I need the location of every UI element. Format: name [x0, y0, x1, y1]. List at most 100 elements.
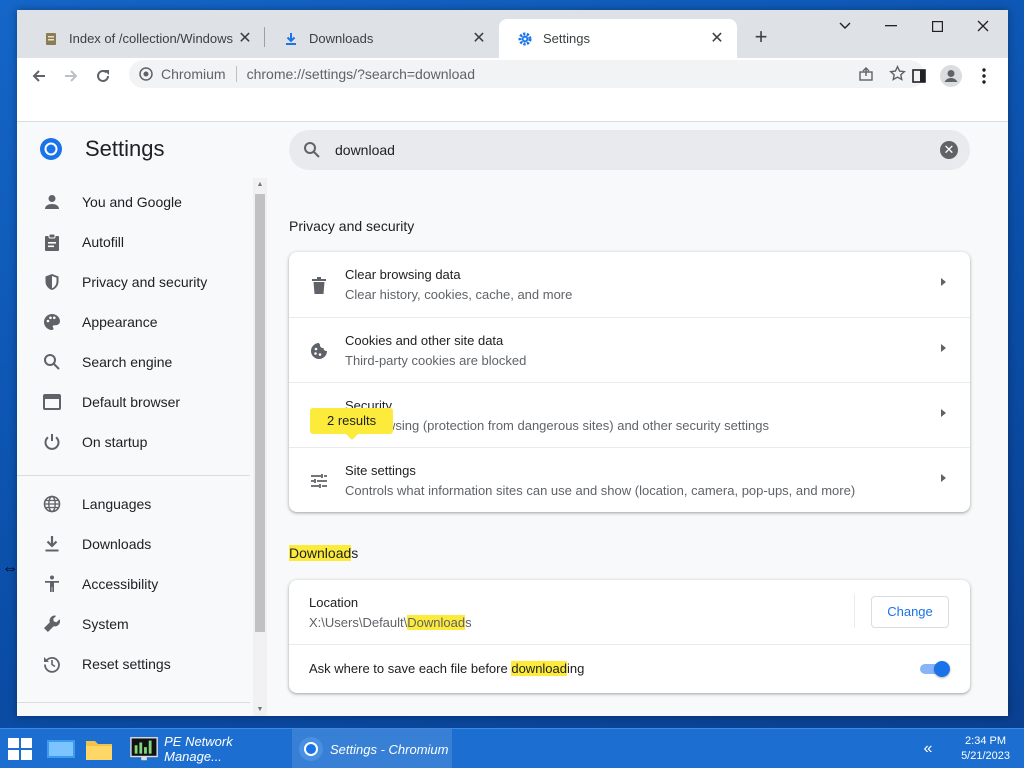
row-title: Clear browsing data	[345, 267, 461, 282]
tab-search-button[interactable]	[822, 10, 868, 42]
arrow-right-icon	[941, 278, 946, 286]
browser-icon	[42, 392, 62, 412]
cookie-icon	[309, 341, 329, 361]
sidebar-item-default-browser[interactable]: Default browser	[17, 382, 250, 422]
back-button[interactable]	[25, 62, 53, 90]
maximize-icon	[931, 20, 943, 32]
sidebar-divider	[17, 475, 250, 476]
menu-button[interactable]	[970, 62, 998, 90]
heading-remainder: s	[351, 545, 359, 561]
sidebar-item-system[interactable]: System	[17, 604, 250, 644]
cookies-row[interactable]: Cookies and other site data Third-party …	[289, 317, 970, 382]
clear-browsing-data-row[interactable]: Clear browsing data Clear history, cooki…	[289, 252, 970, 317]
sidebar-item-label: Search engine	[82, 354, 173, 370]
tab-index-collection[interactable]: Index of /collection/Windows 7/ ✕	[25, 19, 265, 58]
sidebar-item-privacy-and-security[interactable]: Privacy and security	[17, 262, 250, 302]
settings-page: Settings download ✕ You and Google Autof…	[17, 122, 1008, 716]
tab-settings[interactable]: Settings ✕	[499, 19, 737, 58]
share-icon[interactable]	[858, 66, 874, 85]
settings-search-field[interactable]: download ✕	[289, 130, 970, 170]
sidebar-item-languages[interactable]: Languages	[17, 484, 250, 524]
forward-button[interactable]	[57, 62, 85, 90]
settings-header: Settings	[39, 136, 165, 162]
close-window-button[interactable]	[960, 10, 1006, 42]
system-clock[interactable]: 2:34 PM 5/21/2023	[961, 734, 1010, 764]
sidebar-item-autofill[interactable]: Autofill	[17, 222, 250, 262]
scroll-down-arrow[interactable]: ▼	[255, 705, 265, 715]
row-title: Cookies and other site data	[345, 333, 504, 348]
site-settings-row[interactable]: Site settings Controls what information …	[289, 447, 970, 512]
sidebar-item-label: Appearance	[82, 314, 158, 330]
sidebar-item-appearance[interactable]: Appearance	[17, 302, 250, 342]
row-subtitle: Controls what information sites can use …	[345, 483, 856, 498]
new-tab-button[interactable]: +	[747, 24, 775, 52]
bookmark-star-icon[interactable]	[889, 65, 906, 85]
scroll-up-arrow[interactable]: ▲	[255, 180, 265, 190]
row-subtitle: wsing (protection from dangerous sites) …	[386, 418, 769, 433]
sidebar-item-accessibility[interactable]: Accessibility	[17, 564, 250, 604]
tab-downloads[interactable]: Downloads ✕	[265, 19, 499, 58]
reload-button[interactable]	[89, 62, 117, 90]
sidebar-scrollbar-thumb[interactable]	[255, 194, 265, 632]
start-button[interactable]	[4, 729, 36, 768]
browser-window: Index of /collection/Windows 7/ ✕ Downlo…	[17, 10, 1008, 716]
sidebar-item-downloads[interactable]: Downloads	[17, 524, 250, 564]
gear-icon	[517, 31, 533, 47]
downloads-section-heading: Downloads	[289, 545, 358, 561]
accessibility-icon	[42, 574, 62, 594]
sidebar-item-label: System	[82, 616, 129, 632]
sliders-icon	[309, 471, 329, 491]
search-highlight: download	[511, 661, 567, 676]
back-arrow-icon	[32, 70, 45, 82]
clear-search-button[interactable]: ✕	[940, 141, 958, 159]
avatar-icon	[940, 65, 962, 87]
close-icon[interactable]: ✕	[471, 30, 487, 47]
taskbar-explorer-button[interactable]	[82, 729, 116, 768]
taskbar-settings-chromium[interactable]: Settings - Chromium	[292, 729, 452, 768]
row-divider	[854, 594, 855, 628]
show-hidden-icons-button[interactable]: «	[914, 729, 942, 768]
ask-prefix: Ask where to save each file before	[309, 661, 512, 676]
arrow-right-icon	[941, 409, 946, 417]
privacy-card: Clear browsing data Clear history, cooki…	[289, 252, 970, 512]
side-panel-icon	[912, 69, 926, 83]
profile-button[interactable]	[937, 62, 965, 90]
taskbar-desktop-button[interactable]	[44, 729, 78, 768]
location-path-prefix: X:\Users\Default\	[309, 615, 408, 630]
arrow-right-icon	[941, 474, 946, 482]
close-icon[interactable]: ✕	[709, 30, 725, 47]
sidebar-item-you-and-google[interactable]: You and Google	[17, 182, 250, 222]
ask-where-to-save-row[interactable]: Ask where to save each file before downl…	[289, 644, 970, 693]
change-location-button[interactable]: Change	[871, 596, 949, 628]
sidebar-item-search-engine[interactable]: Search engine	[17, 342, 250, 382]
location-label: Location	[309, 595, 359, 610]
search-input[interactable]: download	[335, 142, 940, 158]
globe-icon	[42, 494, 62, 514]
tab-title: Index of /collection/Windows 7/	[69, 31, 237, 46]
row-title: Site settings	[345, 463, 416, 478]
tab-title: Downloads	[309, 31, 374, 46]
maximize-button[interactable]	[914, 10, 960, 42]
download-icon	[283, 31, 299, 47]
sidebar-item-label: Privacy and security	[82, 274, 208, 290]
tab-strip: Index of /collection/Windows 7/ ✕ Downlo…	[17, 10, 1008, 58]
row-subtitle: Third-party cookies are blocked	[345, 353, 527, 368]
address-bar[interactable]: Chromium chrome://settings/?search=downl…	[129, 60, 924, 88]
person-icon	[42, 192, 62, 212]
side-panel-button[interactable]	[905, 62, 933, 90]
search-icon	[42, 352, 62, 372]
sidebar-item-reset-settings[interactable]: Reset settings	[17, 644, 250, 684]
chromium-site-icon	[139, 67, 153, 81]
minimize-button[interactable]	[868, 10, 914, 42]
sidebar-item-label: You and Google	[82, 194, 182, 210]
site-name: Chromium	[161, 66, 226, 82]
sidebar-item-on-startup[interactable]: On startup	[17, 422, 250, 462]
ask-where-toggle[interactable]	[918, 661, 950, 677]
url-text[interactable]: chrome://settings/?search=download	[247, 66, 475, 82]
omnibox-divider	[235, 66, 237, 82]
ask-suffix: ing	[567, 661, 585, 676]
sidebar-item-label: Accessibility	[82, 576, 159, 592]
close-icon[interactable]: ✕	[237, 30, 253, 47]
taskbar-pe-network-manager[interactable]: PE Network Manage...	[126, 729, 286, 768]
search-icon	[304, 142, 320, 158]
